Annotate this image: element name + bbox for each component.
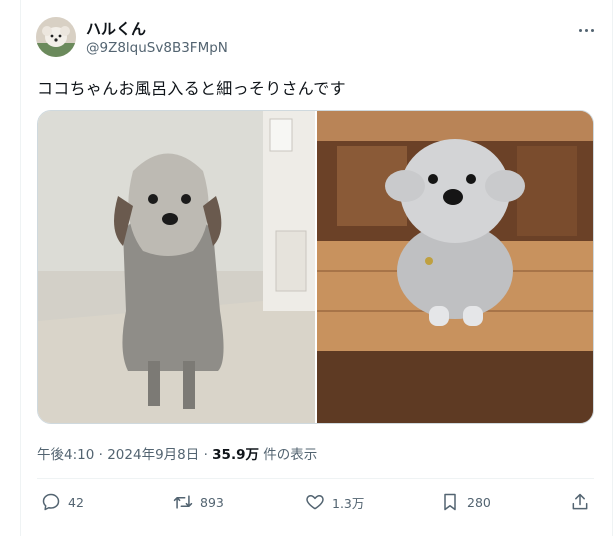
tweet-meta: 午後4:10 · 2024年9月8日 · 35.9万 件の表示: [37, 443, 317, 463]
more-options-button[interactable]: [574, 20, 598, 40]
retweet-count: 893: [200, 494, 224, 510]
bookmark-count: 280: [467, 494, 491, 510]
more-dot-icon: [590, 28, 594, 32]
views-count[interactable]: 35.9万: [212, 447, 259, 463]
more-dot-icon: [584, 28, 588, 32]
retweet-button[interactable]: 893: [172, 488, 224, 516]
meta-separator: ·: [203, 447, 208, 463]
media-grid: [37, 110, 594, 424]
reply-button[interactable]: 42: [40, 488, 84, 516]
tweet-text: ココちゃんお風呂入ると細っそりさんです: [37, 79, 346, 98]
reply-count: 42: [68, 494, 84, 510]
action-bar: 42 893 1.3万 280: [37, 488, 594, 516]
like-count: 1.3万: [332, 495, 365, 511]
photo-fluffy-dog[interactable]: [317, 111, 593, 423]
share-button[interactable]: [569, 488, 591, 516]
photo-wet-dog[interactable]: [38, 111, 315, 423]
avatar[interactable]: [36, 17, 76, 57]
author-display-name[interactable]: ハルくん: [86, 18, 146, 39]
tweet-time[interactable]: 午後4:10: [37, 447, 94, 463]
meta-separator: ·: [98, 447, 103, 463]
bookmark-icon: [439, 491, 461, 513]
tweet-date[interactable]: 2024年9月8日: [107, 447, 199, 463]
divider: [37, 478, 594, 479]
more-dot-icon: [578, 28, 582, 32]
retweet-icon: [172, 491, 194, 513]
reply-icon: [40, 491, 62, 513]
author-handle[interactable]: @9Z8lquSv8B3FMpN: [86, 40, 228, 56]
avatar-dog-icon: [36, 17, 76, 57]
views-label: 件の表示: [263, 447, 318, 463]
like-button[interactable]: 1.3万: [304, 488, 364, 516]
heart-icon: [304, 491, 326, 513]
bookmark-button[interactable]: 280: [439, 488, 491, 516]
share-icon: [569, 491, 591, 513]
